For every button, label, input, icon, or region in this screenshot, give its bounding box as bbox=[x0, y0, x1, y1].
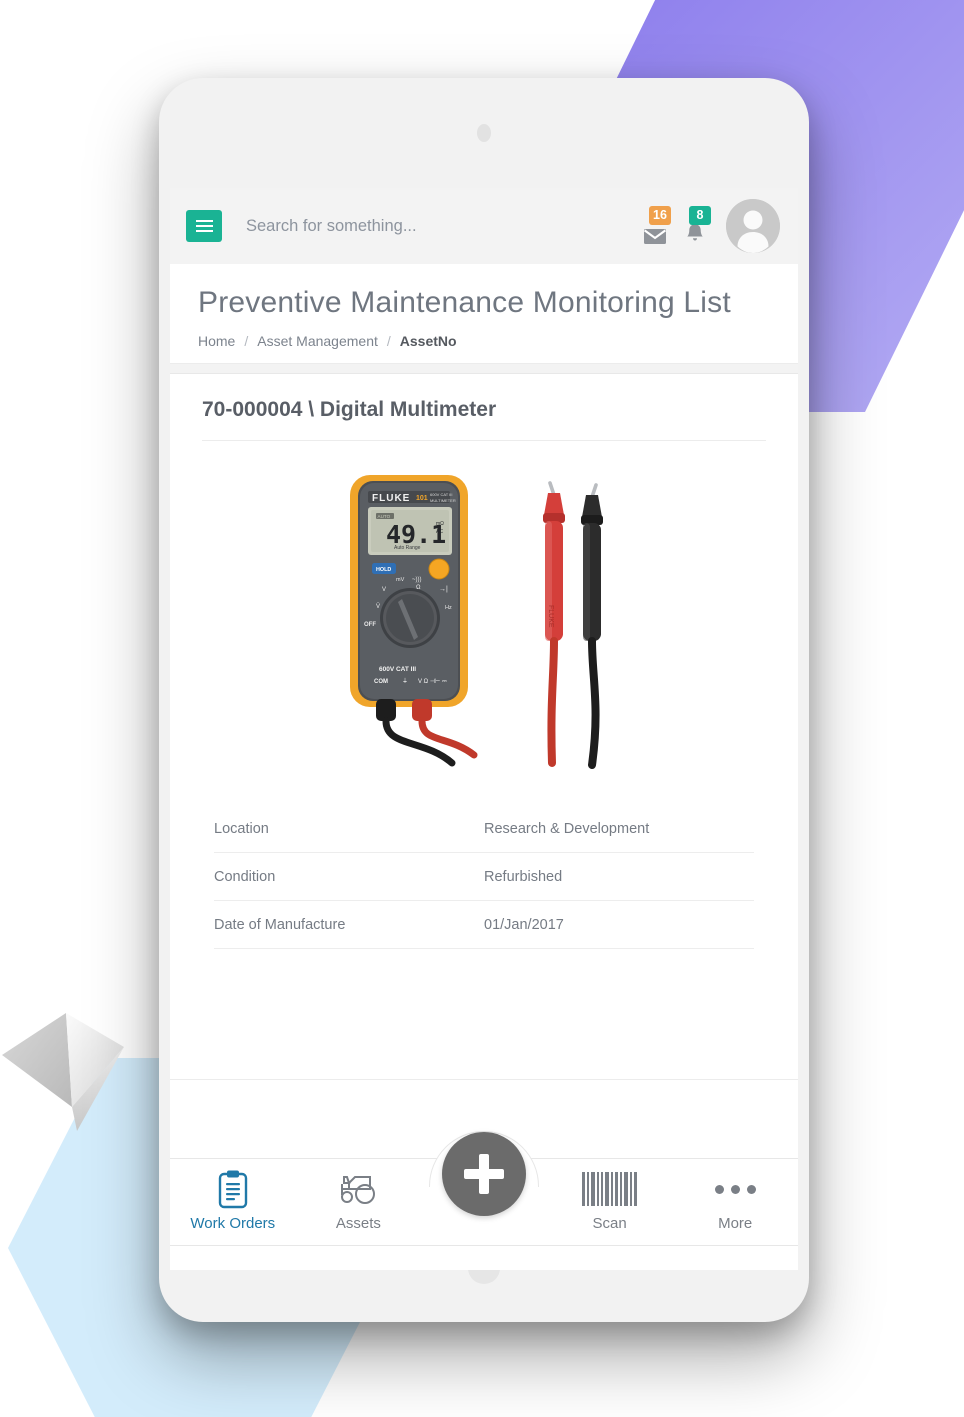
page-title: Preventive Maintenance Monitoring List bbox=[198, 286, 731, 319]
tractor-icon bbox=[337, 1169, 379, 1209]
svg-text:600V CAT III: 600V CAT III bbox=[430, 492, 453, 497]
svg-text:Auto Range: Auto Range bbox=[394, 545, 421, 551]
svg-text:MULTIMETER: MULTIMETER bbox=[430, 498, 456, 503]
breadcrumb-item-asset-management[interactable]: Asset Management bbox=[257, 333, 378, 349]
hamburger-icon[interactable] bbox=[186, 210, 222, 242]
notifications-badge: 8 bbox=[689, 206, 711, 225]
detail-label: Condition bbox=[214, 868, 276, 885]
top-bar-actions: 16 8 bbox=[640, 199, 780, 253]
messages-badge: 16 bbox=[649, 206, 671, 225]
svg-text:COM: COM bbox=[374, 679, 388, 685]
breadcrumb-item-home[interactable]: Home bbox=[198, 333, 235, 349]
clipboard-icon bbox=[216, 1169, 250, 1209]
bottom-nav-area: Work Orders Assets Scan More bbox=[170, 1080, 798, 1270]
nav-item-work-orders[interactable]: Work Orders bbox=[170, 1159, 296, 1232]
breadcrumb-separator: / bbox=[386, 332, 391, 349]
notifications-button[interactable]: 8 bbox=[680, 206, 711, 246]
messages-button[interactable]: 16 bbox=[640, 206, 671, 246]
user-avatar-icon bbox=[726, 199, 780, 253]
breadcrumb-item-assetno: AssetNo bbox=[399, 332, 457, 349]
add-button[interactable] bbox=[442, 1132, 526, 1216]
svg-text:HOLD: HOLD bbox=[376, 567, 391, 573]
table-row: Date of Manufacture 01/Jan/2017 bbox=[214, 901, 754, 949]
nav-label: More bbox=[718, 1215, 753, 1232]
asset-photo: FLUKE 101 600V CAT III MULTIMETER AUTO 4… bbox=[170, 441, 798, 795]
nav-item-more[interactable]: More bbox=[672, 1159, 798, 1232]
svg-text:V: V bbox=[382, 587, 386, 593]
svg-text:~))): ~))) bbox=[412, 577, 422, 583]
svg-text:AC: AC bbox=[436, 529, 443, 535]
camera-icon bbox=[477, 124, 491, 142]
section-gap bbox=[170, 363, 798, 374]
detail-value: Research & Development bbox=[484, 820, 650, 837]
barcode-icon bbox=[582, 1169, 638, 1209]
search-input[interactable] bbox=[246, 216, 640, 236]
svg-text:V̄: V̄ bbox=[376, 603, 380, 610]
svg-text:FLUKE: FLUKE bbox=[547, 605, 554, 628]
ellipsis-icon bbox=[714, 1169, 756, 1209]
scene: 16 8 bbox=[0, 0, 964, 1417]
breadcrumb: Home / Asset Management / AssetNo bbox=[198, 333, 770, 349]
svg-text:mV: mV bbox=[396, 577, 405, 583]
svg-text:Hz: Hz bbox=[445, 605, 452, 611]
tablet-device: 16 8 bbox=[159, 78, 809, 1322]
asset-details-table: Location Research & Development Conditio… bbox=[170, 795, 798, 949]
nav-label: Scan bbox=[592, 1215, 627, 1232]
svg-text:OFF: OFF bbox=[364, 622, 376, 628]
asset-detail-card: 70-000004 \ Digital Multimeter FLUKE 101 bbox=[170, 373, 798, 1080]
nav-label: Work Orders bbox=[190, 1215, 276, 1232]
table-row: Location Research & Development bbox=[214, 805, 754, 853]
svg-text:101: 101 bbox=[416, 495, 428, 502]
app-screen: 16 8 bbox=[170, 188, 798, 1270]
nav-item-assets[interactable]: Assets bbox=[296, 1159, 422, 1232]
envelope-icon bbox=[643, 229, 667, 244]
table-row: Condition Refurbished bbox=[214, 853, 754, 901]
svg-text:→|: →| bbox=[439, 586, 448, 593]
svg-text:⏚: ⏚ bbox=[402, 678, 408, 685]
breadcrumb-separator: / bbox=[244, 332, 249, 349]
top-bar: 16 8 bbox=[170, 188, 798, 264]
bell-icon bbox=[687, 222, 703, 241]
detail-label: Date of Manufacture bbox=[214, 916, 346, 933]
svg-text:600V CAT III: 600V CAT III bbox=[379, 666, 416, 673]
detail-label: Location bbox=[214, 820, 269, 837]
asset-heading: 70-000004 \ Digital Multimeter bbox=[202, 397, 497, 421]
svg-text:mΩ: mΩ bbox=[436, 521, 444, 527]
detail-value: Refurbished bbox=[484, 868, 563, 885]
avatar[interactable] bbox=[726, 199, 780, 253]
svg-text:V Ω ⊣⊢ ⎓: V Ω ⊣⊢ ⎓ bbox=[418, 678, 447, 685]
nav-label: Assets bbox=[335, 1215, 381, 1232]
nav-item-scan[interactable]: Scan bbox=[547, 1159, 673, 1232]
page-header: Preventive Maintenance Monitoring List H… bbox=[170, 264, 798, 364]
svg-text:FLUKE: FLUKE bbox=[372, 493, 410, 504]
detail-value: 01/Jan/2017 bbox=[484, 916, 564, 933]
svg-text:AUTO: AUTO bbox=[378, 514, 391, 519]
multimeter-image: FLUKE 101 600V CAT III MULTIMETER AUTO 4… bbox=[350, 474, 603, 769]
